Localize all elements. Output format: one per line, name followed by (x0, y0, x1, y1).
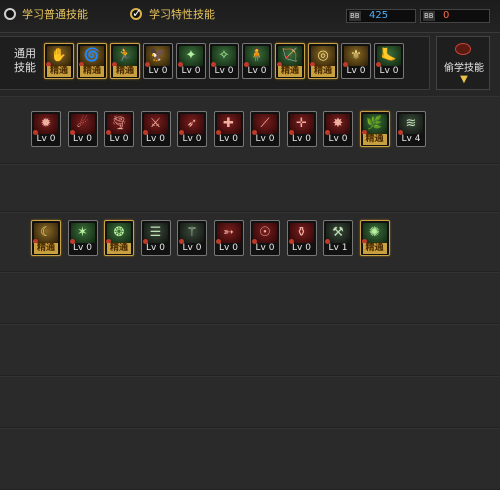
skill-slot[interactable]: ✚ Lv 0 (213, 111, 244, 147)
skill-level-label: 精通 (278, 66, 302, 77)
skill-level-label: Lv 0 (255, 134, 275, 144)
steal-skill-button[interactable]: 偷学技能 ▼ (436, 36, 490, 90)
skill-level-label: Lv 0 (255, 243, 275, 253)
skill-level-label: Lv 0 (346, 66, 366, 76)
skill-level-label: 精通 (107, 243, 131, 254)
skill-level-label: Lv 0 (146, 243, 165, 253)
skill-slot[interactable]: 🌀 精通 (77, 43, 107, 79)
skill-level-label: Lv 0 (36, 134, 56, 144)
skill-level-label: 精通 (311, 66, 335, 77)
skill-level-label: Lv 0 (182, 243, 202, 253)
skill-level-label: Lv 0 (247, 66, 267, 76)
skill-level-label: Lv 1 (328, 243, 348, 253)
skill-slot[interactable]: ✸ Lv 0 (323, 111, 353, 147)
resource-2-value: 0 (443, 10, 450, 21)
skill-level-label: Lv 0 (109, 134, 129, 144)
skill-slot[interactable]: 🌿 精通 (359, 111, 390, 147)
learn-normal-radio[interactable] (4, 8, 16, 20)
skill-level-label: Lv 0 (148, 66, 168, 76)
skill-slot[interactable]: 🏃 精通 (110, 43, 140, 79)
learn-normal-label[interactable]: 学习普通技能 (22, 8, 88, 22)
skill-slot[interactable]: ≋ Lv 4 (396, 111, 426, 147)
resource-2-icon: BB (423, 11, 435, 21)
skill-slot[interactable]: ✋ 精通 (44, 43, 74, 79)
skill-level-label: 精通 (47, 66, 71, 77)
skill-slot[interactable]: 🦶 Lv 0 (374, 43, 404, 79)
learn-special-label[interactable]: 学习特性技能 (149, 8, 215, 22)
resource-box-2: BB 0 (420, 9, 490, 23)
skill-slot[interactable]: ✧ Lv 0 (209, 43, 239, 79)
skill-slot[interactable]: ☄ Lv 0 (67, 111, 98, 147)
skill-slot[interactable]: ☰ Lv 0 (140, 220, 171, 256)
skill-slot[interactable]: ✶ Lv 0 (67, 220, 98, 256)
skill-slot[interactable]: ➶ Lv 0 (177, 111, 207, 147)
resource-box-1: BB 425 (346, 9, 416, 23)
resource-1-value: 425 (369, 10, 389, 21)
skill-level-label: 精通 (362, 134, 387, 145)
skill-level-label: Lv 0 (181, 66, 201, 76)
common-skills-panel: 通用技能 ✋ 精通 🌀 精通 🏃 精通 🦅 Lv 0 ✦ Lv 0 ✧ Lv 0 🧍 Lv 0 🏹 精通 ◎ 精通… (0, 36, 430, 90)
skill-level-label: 精通 (362, 243, 387, 254)
skill-slot[interactable]: ⟋ Lv 0 (250, 111, 280, 147)
skill-slot[interactable]: ⚔ Lv 0 (140, 111, 171, 147)
skill-slot[interactable]: ⚒ Lv 1 (323, 220, 353, 256)
skill-level-label: Lv 4 (401, 134, 421, 144)
skill-level-label: Lv 0 (182, 134, 202, 144)
skill-slot[interactable]: 🏹 精通 (275, 43, 305, 79)
skill-slot[interactable]: ➳ Lv 0 (213, 220, 244, 256)
skill-slot[interactable]: ✺ 精通 (359, 220, 390, 256)
skill-level-label: Lv 0 (219, 134, 238, 144)
skill-slot[interactable]: ✛ Lv 0 (286, 111, 317, 147)
skill-slot[interactable]: ◎ 精通 (308, 43, 338, 79)
skill-level-label: Lv 0 (292, 134, 311, 144)
learn-special-radio[interactable] (130, 6, 142, 20)
skill-slot[interactable]: ⚜ Lv 0 (341, 43, 371, 79)
empty-row-band (0, 324, 500, 376)
common-skills-label: 通用技能 (14, 47, 36, 74)
empty-row-band (0, 376, 500, 428)
skill-level-label: Lv 0 (214, 66, 234, 76)
steal-skill-label: 偷学技能 (444, 63, 484, 74)
skill-level-label: 精通 (113, 66, 137, 77)
chevron-down-icon[interactable]: ▼ (458, 74, 470, 86)
resource-1-icon: BB (349, 11, 361, 21)
skill-level-label: Lv 0 (73, 243, 92, 253)
empty-row-band (0, 428, 500, 490)
skill-slot[interactable]: ⚱ Lv 0 (286, 220, 317, 256)
skill-slot[interactable]: 🧍 Lv 0 (242, 43, 272, 79)
eye-icon (455, 43, 471, 55)
skill-level-label: Lv 0 (73, 134, 92, 144)
skill-slot[interactable]: ✹ Lv 0 (31, 111, 61, 147)
skill-level-label: 精通 (34, 243, 58, 254)
empty-row-band (0, 164, 500, 212)
skill-level-label: 精通 (80, 66, 104, 77)
skill-slot[interactable]: ☉ Lv 0 (250, 220, 280, 256)
skill-level-label: Lv 0 (292, 243, 311, 253)
skill-slot[interactable]: ☾ 精通 (31, 220, 61, 256)
skill-slot[interactable]: ⚚ Lv 0 (177, 220, 207, 256)
skill-slot[interactable]: ❂ 精通 (104, 220, 134, 256)
empty-row-band (0, 272, 500, 324)
skill-slot[interactable]: 🌪 Lv 0 (104, 111, 134, 147)
skill-level-label: Lv 0 (328, 134, 348, 144)
skill-level-label: Lv 0 (219, 243, 238, 253)
skill-level-label: Lv 0 (379, 66, 399, 76)
skill-slot[interactable]: 🦅 Lv 0 (143, 43, 173, 79)
skill-slot[interactable]: ✦ Lv 0 (176, 43, 206, 79)
skill-level-label: Lv 0 (146, 134, 165, 144)
top-bar: 学习普通技能 学习特性技能 BB 425 BB 0 (0, 0, 500, 33)
